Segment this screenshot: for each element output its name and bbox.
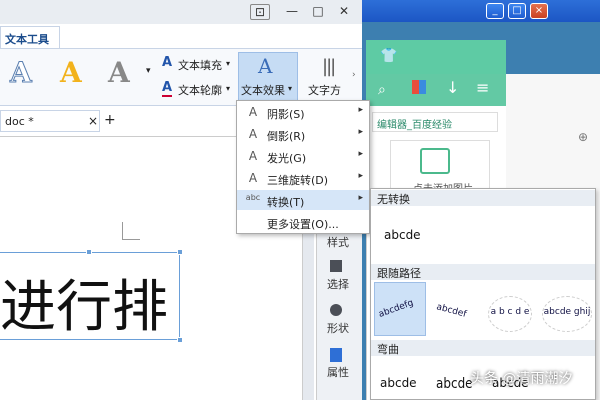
transform-option-none[interactable]: abcde (384, 228, 421, 242)
close-button[interactable]: ✕ (334, 4, 354, 20)
menu-item-label: 阴影(S) (267, 108, 305, 121)
section-warp: 弯曲 (371, 340, 595, 356)
resize-handle[interactable] (86, 249, 92, 255)
search-icon[interactable]: ⌕ (378, 82, 386, 98)
submenu-arrow-icon: ▸ (358, 149, 363, 159)
path-option-button[interactable]: abcde ghij (542, 296, 592, 332)
background-window-titlebar (360, 0, 600, 22)
menu-icon[interactable]: ≡ (476, 78, 489, 97)
text-style-sample-outline[interactable]: A (10, 56, 33, 90)
section-follow-path: 跟随路径 (371, 264, 595, 280)
document-tab[interactable]: doc * (0, 110, 100, 132)
submenu-arrow-icon: ▸ (358, 127, 363, 137)
browser-tab[interactable]: 编辑器_百度经验 (372, 112, 498, 132)
xp-close-button[interactable]: × (530, 3, 548, 19)
chevron-down-icon[interactable]: ▾ (226, 84, 230, 93)
path-option-circle[interactable]: a b c d e (488, 296, 532, 332)
menu-item-glow[interactable]: A 发光(G) ▸ (237, 146, 369, 166)
glow-icon: A (248, 149, 258, 163)
text-direction-icon: ||| (322, 56, 336, 77)
text-fill-icon: A (162, 55, 173, 70)
text-style-sample-gold[interactable]: A (60, 56, 82, 89)
image-icon (420, 148, 450, 174)
side-item-shape[interactable]: 形状 (318, 320, 358, 336)
transform-icon: abc (245, 193, 261, 202)
browser-toolbar-dark (506, 40, 600, 74)
margin-marker (122, 222, 140, 240)
new-tab-icon[interactable]: ⊕ (578, 130, 588, 144)
watermark: 头条 @清雨潮汐 (470, 371, 573, 387)
resize-handle[interactable] (177, 249, 183, 255)
text-effect-label: 文本效果 (241, 84, 285, 97)
maximize-button[interactable]: □ (308, 4, 328, 20)
warp-option-2[interactable]: abcde (436, 375, 473, 392)
app-grid-icon[interactable] (412, 80, 426, 94)
resize-handle[interactable] (177, 337, 183, 343)
menu-item-label: 转换(T) (267, 196, 305, 209)
side-item-select[interactable]: 选择 (318, 276, 358, 292)
new-tab-button[interactable]: + (104, 112, 116, 128)
text-direction-button[interactable]: 文字方 (308, 82, 341, 98)
xp-minimize-button[interactable]: _ (486, 3, 504, 19)
warp-option-1[interactable]: abcde (380, 376, 417, 390)
chevron-down-icon[interactable]: ▾ (226, 59, 230, 68)
menu-item-more-settings[interactable]: 更多设置(O)... (237, 212, 369, 232)
document-tab-label: doc * (5, 115, 34, 128)
text-outline-button[interactable]: 文本轮廓 (178, 82, 222, 98)
menu-item-3d-rotation[interactable]: A 三维旋转(D) ▸ (237, 168, 369, 188)
menu-item-label: 更多设置(O)... (267, 218, 339, 231)
tab-text-tools[interactable]: 文本工具 (0, 26, 60, 48)
menu-item-label: 倒影(R) (267, 130, 306, 143)
chevron-down-icon: ▾ (288, 84, 293, 93)
submenu-arrow-icon: ▸ (358, 105, 363, 115)
section-no-transform: 无转换 (371, 190, 595, 206)
text-fill-button[interactable]: 文本填充 (178, 57, 222, 73)
close-tab-icon[interactable]: × (88, 114, 98, 128)
rotation-icon: A (248, 171, 258, 185)
menu-item-shadow[interactable]: A 阴影(S) ▸ (237, 102, 369, 122)
shape-icon (330, 304, 342, 316)
menu-item-label: 三维旋转(D) (267, 174, 329, 187)
text-effect-icon: A (258, 54, 273, 78)
shirt-icon[interactable]: 👕 (380, 48, 397, 64)
menu-item-transform[interactable]: abc 转换(T) ▸ (237, 190, 369, 210)
download-icon[interactable]: ↓ (446, 78, 459, 97)
submenu-arrow-icon: ▸ (358, 171, 363, 181)
text-box-selection[interactable] (0, 252, 180, 340)
text-outline-icon: A (162, 80, 173, 97)
select-icon (330, 260, 342, 272)
xp-maximize-button[interactable]: □ (508, 3, 526, 19)
restore-icon[interactable]: ⊡ (250, 4, 270, 20)
shadow-icon: A (248, 105, 258, 119)
style-gallery-more-icon[interactable]: ▾ (146, 66, 151, 76)
side-item-style[interactable]: 样式 (318, 234, 358, 250)
properties-icon (330, 348, 342, 362)
submenu-arrow-icon: ▸ (358, 193, 363, 203)
menu-item-reflection[interactable]: A 倒影(R) ▸ (237, 124, 369, 144)
ribbon-scroll-right-icon[interactable]: › (352, 70, 356, 80)
side-item-properties[interactable]: 属性 (318, 364, 358, 380)
text-style-sample-gray[interactable]: A (108, 56, 130, 89)
menu-item-label: 发光(G) (267, 152, 307, 165)
reflection-icon: A (248, 127, 258, 141)
minimize-button[interactable]: — (282, 4, 302, 20)
